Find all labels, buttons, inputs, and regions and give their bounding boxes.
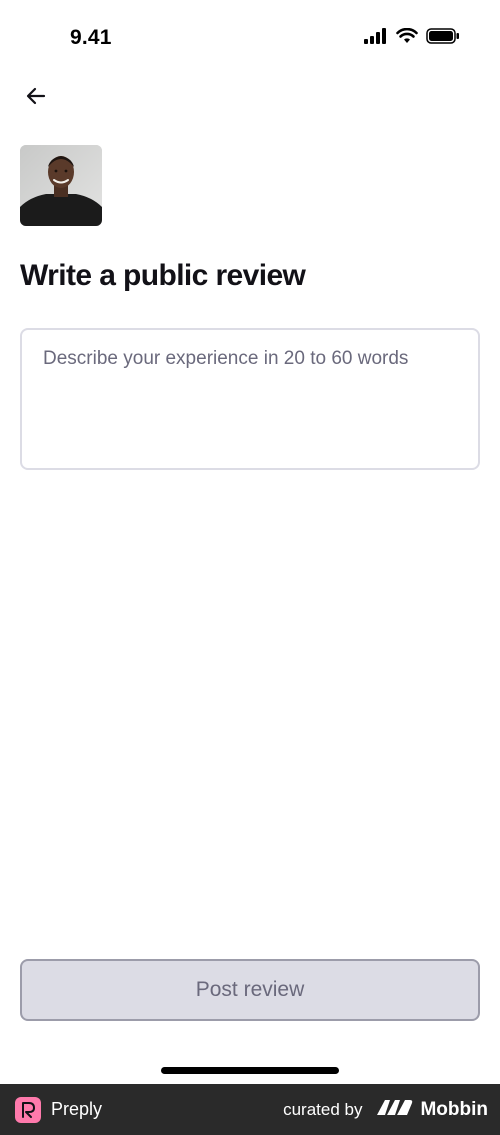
home-indicator (161, 1067, 339, 1074)
page-title: Write a public review (20, 259, 306, 292)
mobbin-logo-icon (376, 1098, 414, 1121)
status-time: 9.41 (70, 26, 112, 49)
signal-icon (364, 28, 388, 49)
review-input-container (20, 328, 480, 470)
arrow-left-icon (24, 84, 48, 113)
status-bar: 9.41 (0, 0, 500, 76)
curated-by-text: curated by (283, 1099, 363, 1119)
back-button[interactable] (20, 82, 52, 114)
footer-brand: Preply (51, 1099, 103, 1119)
review-input[interactable] (22, 330, 478, 468)
preply-logo-icon (15, 1096, 41, 1123)
status-icons (364, 27, 460, 49)
footer-bar: Preply curated by Mobbin (0, 1084, 500, 1135)
post-review-button[interactable]: Post review (20, 959, 480, 1021)
post-review-label: Post review (195, 978, 305, 1001)
battery-icon (426, 28, 460, 49)
mobbin-text: Mobbin (420, 1098, 488, 1120)
tutor-avatar (20, 145, 102, 226)
wifi-icon (396, 27, 418, 49)
